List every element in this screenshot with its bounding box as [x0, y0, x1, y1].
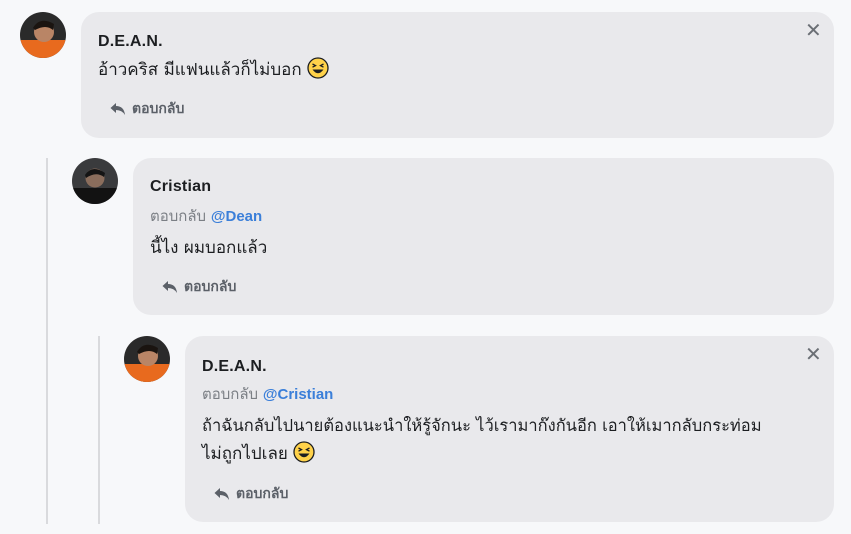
avatar[interactable] [124, 336, 170, 382]
reply-button[interactable]: ตอบกลับ [162, 276, 236, 298]
comment-author[interactable]: D.E.A.N. [98, 33, 163, 51]
comment-author[interactable]: Cristian [150, 178, 211, 196]
close-icon[interactable]: ✕ [805, 20, 822, 40]
mention-link[interactable]: @Dean [211, 208, 262, 225]
reply-to-prefix: ตอบกลับ [202, 385, 259, 403]
reply-arrow-icon [162, 281, 177, 293]
comment-author[interactable]: D.E.A.N. [202, 358, 267, 376]
comment-bubble: Cristian ตอบกลับ @Dean นี้ไง ผมบอกแล้ว ต… [133, 158, 834, 315]
thread-line-level-2 [98, 336, 100, 524]
mention-link[interactable]: @Cristian [263, 386, 333, 403]
avatar[interactable] [72, 158, 118, 204]
reply-to-line: ตอบกลับ @Dean [150, 204, 262, 228]
thread-line-level-1 [46, 158, 48, 524]
reply-button[interactable]: ตอบกลับ [110, 98, 184, 120]
laughing-emoji-icon [307, 57, 329, 79]
reply-label: ตอบกลับ [132, 101, 185, 117]
comment-text: ถ้าฉันกลับไปนายต้องแนะนำให้รู้จักนะ ไว้เ… [202, 412, 822, 468]
avatar[interactable] [20, 12, 66, 58]
reply-button[interactable]: ตอบกลับ [214, 483, 288, 505]
reply-label: ตอบกลับ [184, 279, 237, 295]
reply-to-prefix: ตอบกลับ [150, 207, 207, 225]
comment-text: อ้าวคริส มีแฟนแล้วก็ไม่บอก [98, 56, 329, 84]
comment-text-content: อ้าวคริส มีแฟนแล้วก็ไม่บอก [98, 60, 302, 80]
comment-text-line-2: ไม่ถูกไปเลย [202, 440, 822, 468]
comment-text-line-1: ถ้าฉันกลับไปนายต้องแนะนำให้รู้จักนะ ไว้เ… [202, 416, 762, 435]
laughing-emoji-icon [293, 441, 315, 463]
comment-bubble: D.E.A.N. ✕ อ้าวคริส มีแฟนแล้วก็ไม่บอก ตอ… [81, 12, 834, 138]
close-icon[interactable]: ✕ [805, 344, 822, 364]
reply-arrow-icon [214, 488, 229, 500]
comment-text: นี้ไง ผมบอกแล้ว [150, 238, 268, 258]
reply-label: ตอบกลับ [236, 486, 289, 502]
reply-to-line: ตอบกลับ @Cristian [202, 382, 333, 406]
reply-arrow-icon [110, 103, 125, 115]
comment-bubble: D.E.A.N. ✕ ตอบกลับ @Cristian ถ้าฉันกลับไ… [185, 336, 834, 522]
comment-text-content: ไม่ถูกไปเลย [202, 444, 288, 464]
